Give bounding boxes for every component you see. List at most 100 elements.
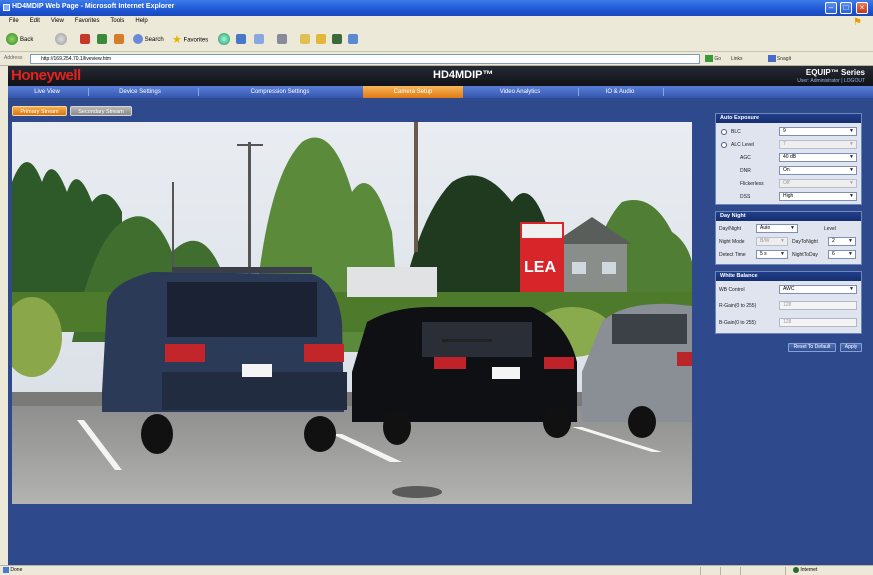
ie-icon [3,4,10,11]
messenger-button[interactable] [332,33,342,47]
messenger-icon [332,34,342,45]
app-header: Honeywell HD4MDIP™ EQUIP™ Series User: A… [8,66,873,86]
b-gain-label: B-Gain(0 to 255) [719,320,756,326]
shield-button[interactable] [316,33,326,47]
reset-to-default-button[interactable]: Reset To Default [788,343,836,352]
back-button[interactable]: Back [6,33,33,47]
alc-level-select[interactable]: 7 ▼ [779,140,857,149]
close-button[interactable]: × [856,2,868,14]
chevron-down-icon: ▼ [848,238,853,244]
media-icon [218,33,230,46]
flickerless-label: Flickerless [740,181,764,187]
chevron-down-icon: ▼ [849,167,854,173]
tab-live-view[interactable]: Live View [8,86,86,98]
menu-favorites[interactable]: Favorites [75,16,100,27]
stop-icon [80,34,90,45]
auto-exposure-panel: Auto Exposure BLC 9 ▼ ALC Level 7 ▼ AGC 40… [715,113,862,205]
dss-select[interactable]: High ▼ [779,192,857,201]
night-mode-select[interactable]: B/W ▼ [756,237,788,246]
home-button[interactable] [114,33,124,47]
chevron-down-icon: ▼ [849,193,854,199]
windows-logo-icon: ⚑ [853,17,862,28]
blc-select[interactable]: 9 ▼ [779,127,857,136]
flickerless-select[interactable]: Off ▼ [779,179,857,188]
r-gain-input[interactable]: 128 [779,301,857,310]
favorites-button[interactable]: ★ Favorites [172,33,208,47]
status-divider [740,567,741,575]
dss-label: DSS [740,194,751,200]
stop-button[interactable] [80,33,90,47]
dnr-select[interactable]: On ▼ [779,166,857,175]
tab-secondary-stream[interactable]: Secondary Stream [70,106,132,116]
tab-primary-stream[interactable]: Primary Stream [12,106,67,116]
refresh-button[interactable] [97,33,107,47]
tab-device-settings[interactable]: Device Settings [90,86,190,98]
camera-web-app: Honeywell HD4MDIP™ EQUIP™ Series User: A… [8,66,873,565]
chevron-down-icon: ▼ [849,141,854,147]
minimize-button[interactable]: – [825,2,837,14]
menu-edit[interactable]: Edit [30,16,40,27]
maximize-button[interactable]: □ [840,2,852,14]
nav-divider [88,88,89,96]
tab-video-analytics[interactable]: Video Analytics [470,86,570,98]
day-night-label: Day/Night [719,226,741,232]
alc-level-label: ALC Level [731,142,755,148]
folder-button[interactable] [300,33,310,47]
menu-help[interactable]: Help [135,16,147,27]
status-divider [785,567,786,575]
tab-compression-settings[interactable]: Compression Settings [200,86,360,98]
go-button[interactable]: Go [714,56,721,62]
menu-view[interactable]: View [51,16,64,27]
chevron-down-icon: ▼ [790,225,795,231]
menu-tools[interactable]: Tools [110,16,124,27]
agc-label: AGC [740,155,751,161]
level-label: Level [824,226,836,232]
search-button[interactable]: Search [133,33,164,47]
parking-lot-scene: LEA [12,122,692,504]
white-balance-panel: White Balance WB Control AWC ▼ R-Gain(0 t… [715,271,862,334]
print-button[interactable] [277,33,287,47]
b-gain-input[interactable]: 128 [779,318,857,327]
model-title: HD4MDIP™ [433,69,494,81]
address-input[interactable]: http://169.254.70.1/liveview.htm [30,54,700,64]
status-divider [700,567,701,575]
chevron-down-icon: ▼ [849,154,854,160]
nav-divider [663,88,664,96]
blc-radio[interactable] [721,129,727,135]
media-button[interactable] [218,33,232,47]
tab-camera-setup[interactable]: Camera Setup [363,86,463,98]
blc-label: BLC [731,129,741,135]
day-night-title: Day Night [716,212,861,221]
snagit-button[interactable]: Snagit [777,56,791,62]
day-to-night-select[interactable]: 2 ▼ [828,237,856,246]
auto-exposure-title: Auto Exposure [716,114,861,123]
mail-icon [254,34,264,45]
live-video-feed[interactable]: LEA [12,122,692,504]
detect-time-select[interactable]: 5 s ▼ [756,250,788,259]
browser-title-bar: HD4MDIP Web Page - Microsoft Internet Ex… [0,0,873,16]
forward-arrow-icon [55,33,67,46]
back-arrow-icon [6,33,18,46]
forward-button[interactable] [55,33,69,47]
chevron-down-icon: ▼ [849,128,854,134]
chevron-down-icon: ▼ [849,180,854,186]
alc-level-radio[interactable] [721,142,727,148]
snagit-icon [767,55,776,63]
tools-button[interactable] [348,33,358,47]
tab-io-audio[interactable]: IO & Audio [580,86,660,98]
day-night-select[interactable]: Auto ▼ [756,224,798,233]
night-to-day-label: NightToDay [792,252,818,258]
status-text: Done [3,566,22,575]
menu-file[interactable]: File [9,16,19,27]
address-right-tools: Go Links Snagit [705,54,791,64]
agc-select[interactable]: 40 dB ▼ [779,153,857,162]
nav-divider [198,88,199,96]
night-to-day-select[interactable]: 6 ▼ [828,250,856,259]
chevron-down-icon: ▼ [849,286,854,292]
apply-button[interactable]: Apply [840,343,862,352]
links-button[interactable]: Links [731,56,743,62]
history-button[interactable] [236,33,246,47]
wb-control-select[interactable]: AWC ▼ [779,285,857,294]
mail-button[interactable] [254,33,264,47]
user-logout-link[interactable]: User: Administrator | LOGOUT [797,78,865,84]
